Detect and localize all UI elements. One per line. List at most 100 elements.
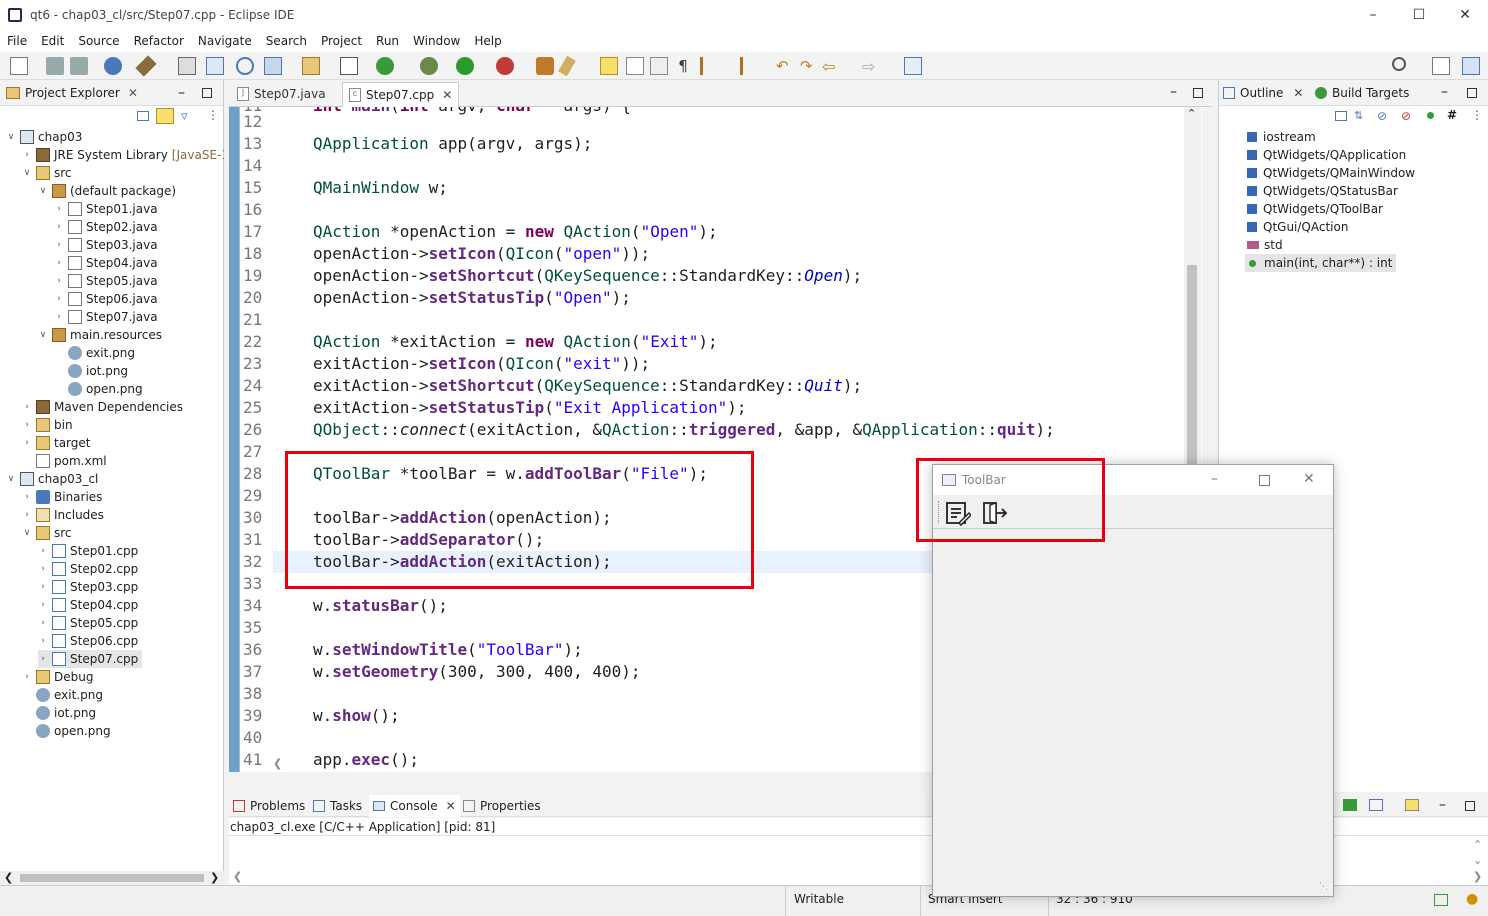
qt-minimize-button[interactable]: –: [1211, 471, 1218, 487]
tree-item[interactable]: › Step06.java: [54, 290, 158, 308]
tree-item[interactable]: ∨ main.resources: [38, 326, 162, 344]
outline-item[interactable]: QtWidgets/QApplication: [1245, 146, 1406, 164]
close-view-icon[interactable]: ✕: [446, 799, 456, 813]
tree-item[interactable]: › Step07.java: [54, 308, 158, 326]
chevron-down-icon[interactable]: ∨: [6, 474, 16, 484]
chevron-right-icon[interactable]: ›: [54, 276, 64, 286]
hide-static-icon[interactable]: ⊘: [1401, 109, 1411, 123]
tip-bulb-icon[interactable]: ●: [1466, 891, 1478, 907]
tree-item[interactable]: pom.xml: [22, 452, 107, 470]
tree-item[interactable]: open.png: [54, 380, 143, 398]
search-project-icon[interactable]: [236, 57, 254, 75]
scroll-left-icon[interactable]: ❮: [4, 871, 13, 884]
chevron-right-icon[interactable]: ›: [22, 672, 32, 682]
pin-console-icon[interactable]: [1343, 799, 1357, 811]
chevron-right-icon[interactable]: ›: [38, 600, 48, 610]
chevron-right-icon[interactable]: ›: [22, 402, 32, 412]
chevron-right-icon[interactable]: ›: [22, 420, 32, 430]
hide-macros-icon[interactable]: #: [1447, 108, 1457, 122]
scroll-thumb[interactable]: [1187, 265, 1197, 485]
forward-edit-icon[interactable]: ↷: [800, 57, 818, 75]
chevron-down-icon[interactable]: ∨: [38, 330, 48, 340]
tree-item[interactable]: ∨ src: [22, 164, 72, 182]
cpp-perspective-icon[interactable]: [1462, 57, 1480, 75]
outline-item[interactable]: iostream: [1245, 128, 1316, 146]
tree-item[interactable]: ∨ src: [22, 524, 72, 542]
hscroll-left-icon[interactable]: ❮: [273, 757, 282, 770]
coverage-icon[interactable]: [496, 57, 514, 75]
menu-edit[interactable]: Edit: [34, 34, 71, 48]
chevron-right-icon[interactable]: ›: [38, 636, 48, 646]
new-folder-icon[interactable]: [302, 57, 320, 75]
chevron-right-icon[interactable]: ›: [54, 258, 64, 268]
close-button[interactable]: ✕: [1442, 0, 1488, 30]
tree-item[interactable]: › Step07.cpp: [38, 650, 143, 668]
tab-problems[interactable]: Problems: [233, 795, 305, 817]
pilcrow-icon[interactable]: ¶: [674, 57, 692, 75]
tree-item[interactable]: › Includes: [22, 506, 104, 524]
mark-occurrences-icon[interactable]: [600, 57, 618, 75]
debug-bug-icon[interactable]: [420, 57, 438, 75]
scroll-thumb[interactable]: [20, 874, 204, 882]
prev-annotation-icon[interactable]: [740, 57, 758, 75]
tree-item[interactable]: exit.png: [54, 344, 135, 362]
close-view-icon[interactable]: ✕: [128, 86, 138, 100]
explorer-hscrollbar[interactable]: ❮ ❯: [0, 871, 224, 885]
tab-console[interactable]: Console ✕: [369, 795, 460, 817]
chevron-right-icon[interactable]: ›: [22, 150, 32, 160]
menu-project[interactable]: Project: [314, 34, 369, 48]
collapse-all-icon[interactable]: [1335, 111, 1347, 121]
hscroll-right-icon[interactable]: ❯: [1473, 870, 1482, 883]
chevron-right-icon[interactable]: ›: [54, 312, 64, 322]
chevron-down-icon[interactable]: ∨: [22, 168, 32, 178]
build-hammer-icon[interactable]: [135, 55, 157, 77]
chevron-right-icon[interactable]: ›: [22, 438, 32, 448]
menu-search[interactable]: Search: [259, 34, 314, 48]
qt-size-grip[interactable]: ⋱: [1319, 882, 1328, 892]
close-view-icon[interactable]: ✕: [1293, 86, 1303, 100]
search-icon[interactable]: [1392, 57, 1406, 71]
outline-item[interactable]: QtGui/QAction: [1245, 218, 1348, 236]
last-edit-icon[interactable]: ↶: [776, 57, 794, 75]
tree-item[interactable]: ∨ (default package): [38, 182, 176, 200]
minimize-view-icon[interactable]: –: [1439, 797, 1446, 813]
terminal-icon[interactable]: [206, 57, 224, 75]
run-icon[interactable]: [456, 57, 474, 75]
close-tab-icon[interactable]: ✕: [442, 88, 452, 102]
collapse-all-icon[interactable]: [137, 111, 149, 121]
tree-item[interactable]: open.png: [22, 722, 111, 740]
tab-properties[interactable]: Properties: [463, 795, 541, 817]
tree-item[interactable]: › Step04.java: [54, 254, 158, 272]
toggle-block-icon[interactable]: [626, 57, 644, 75]
tab-step07-java[interactable]: J Step07.java: [231, 82, 332, 106]
new-icon[interactable]: [10, 57, 28, 75]
scroll-up-icon[interactable]: ⌃: [1473, 838, 1482, 851]
tree-item[interactable]: › target: [22, 434, 91, 452]
forward-icon[interactable]: ⇨: [862, 57, 880, 76]
menu-run[interactable]: Run: [369, 34, 406, 48]
back-icon[interactable]: ⇦: [822, 57, 840, 76]
tree-item[interactable]: › Step06.cpp: [38, 632, 138, 650]
minimize-view-icon[interactable]: –: [1441, 84, 1448, 100]
chevron-right-icon[interactable]: ›: [38, 618, 48, 628]
save-all-icon[interactable]: [70, 57, 88, 75]
tree-item[interactable]: › Step05.java: [54, 272, 158, 290]
maximize-button[interactable]: ☐: [1396, 0, 1442, 30]
sort-icon[interactable]: ⇅: [1354, 109, 1363, 122]
tree-item[interactable]: › Step02.java: [54, 218, 158, 236]
tree-item[interactable]: › Step02.cpp: [38, 560, 138, 578]
menu-navigate[interactable]: Navigate: [191, 34, 259, 48]
qt-close-button[interactable]: ✕: [1303, 471, 1315, 487]
menu-window[interactable]: Window: [406, 34, 467, 48]
tree-item[interactable]: › bin: [22, 416, 73, 434]
chevron-right-icon[interactable]: ›: [54, 222, 64, 232]
project-explorer-tab[interactable]: Project Explorer ✕ –: [0, 80, 223, 106]
maximize-editor-icon[interactable]: [1193, 88, 1203, 98]
chevron-down-icon[interactable]: ∨: [22, 528, 32, 538]
maximize-view-icon[interactable]: [1467, 88, 1477, 98]
tree-item[interactable]: › Debug: [22, 668, 93, 686]
view-menu-icon[interactable]: ⋮: [207, 108, 219, 122]
tree-item[interactable]: › Binaries: [22, 488, 102, 506]
chevron-right-icon[interactable]: ›: [54, 294, 64, 304]
outline-item[interactable]: QtWidgets/QToolBar: [1245, 200, 1383, 218]
